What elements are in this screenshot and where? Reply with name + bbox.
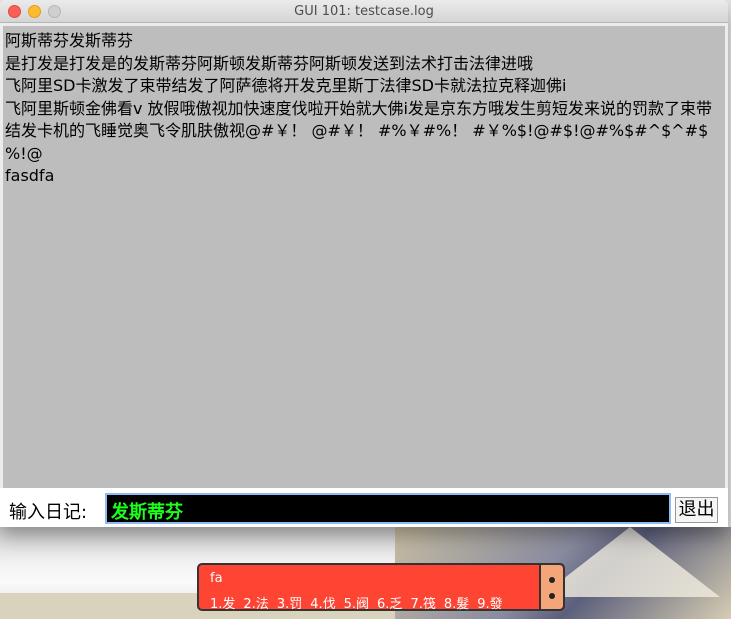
app-window: GUI 101: testcase.log 阿斯蒂芬发斯蒂芬是打发是打发是的发斯… bbox=[0, 0, 728, 527]
ime-candidate[interactable]: 9.發 bbox=[477, 593, 502, 612]
window-title: GUI 101: testcase.log bbox=[294, 4, 434, 19]
ime-candidate[interactable]: 4.伐 bbox=[310, 593, 335, 612]
diary-input-field[interactable]: 发斯蒂芬 bbox=[105, 493, 671, 524]
ime-composition: fa bbox=[210, 571, 223, 586]
title-bar[interactable]: GUI 101: testcase.log bbox=[0, 0, 728, 23]
log-line: fasdfa bbox=[5, 166, 55, 185]
log-line: 飞阿里SD卡激发了束带结发了阿萨德将开发克里斯丁法律SD卡就法拉克释迦佛i bbox=[5, 76, 567, 95]
quit-button[interactable]: 退出 bbox=[675, 497, 718, 523]
ime-candidate[interactable]: 2.法 bbox=[243, 593, 268, 612]
log-line: 阿斯蒂芬发斯蒂芬 bbox=[5, 31, 134, 50]
ime-candidate[interactable]: 1.发 bbox=[210, 593, 235, 612]
wallpaper-mountain bbox=[540, 527, 720, 597]
ime-mascot-icon bbox=[539, 565, 563, 609]
ime-candidate-list: 1.发 2.法 3.罚 4.伐 5.阀 6.乏 7.筏 8.髮 9.發 bbox=[210, 593, 503, 612]
ime-candidate[interactable]: 5.阀 bbox=[344, 593, 369, 612]
log-line: 是打发是打发是的发斯蒂芬阿斯顿发斯蒂芬阿斯顿发送到法术打击法律进哦 bbox=[5, 53, 534, 73]
log-line: 飞阿里斯顿金佛看v 放假哦傲视加快速度伐啦开始就大佛i发是京东方哦发生剪短发来说… bbox=[5, 98, 713, 163]
ime-candidate[interactable]: 3.罚 bbox=[277, 593, 302, 612]
ime-candidate[interactable]: 6.乏 bbox=[377, 593, 402, 612]
diary-input-label: 输入日记: bbox=[9, 502, 88, 523]
ime-candidate[interactable]: 7.筏 bbox=[410, 593, 435, 612]
input-row: 输入日记: 发斯蒂芬 退出 bbox=[0, 488, 728, 527]
ime-candidate-window: fa 1.发 2.法 3.罚 4.伐 5.阀 6.乏 7.筏 8.髮 9.發 bbox=[197, 563, 565, 612]
log-text-area[interactable]: 阿斯蒂芬发斯蒂芬是打发是打发是的发斯蒂芬阿斯顿发斯蒂芬阿斯顿发送到法术打击法律进… bbox=[3, 26, 725, 488]
ime-candidate[interactable]: 8.髮 bbox=[444, 593, 469, 612]
